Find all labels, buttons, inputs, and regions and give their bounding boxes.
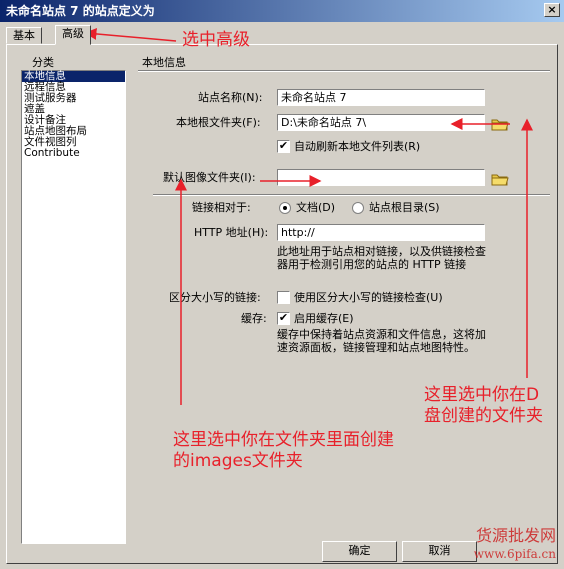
http-address-input[interactable]: http:// [277, 224, 485, 241]
case-sensitive-label: 区分大小写的链接: [169, 291, 261, 304]
tab-advanced[interactable]: 高级 [55, 25, 91, 45]
annotation-select-images: 这里选中你在文件夹里面创建的images文件夹 [173, 430, 394, 471]
folder-browse-icon[interactable] [491, 172, 509, 186]
annotation-select-d-drive: 这里选中你在D盘创建的文件夹 [424, 385, 543, 426]
radio-document-label: 文档(D) [296, 201, 336, 214]
site-name-label: 站点名称(N): [198, 91, 263, 104]
radio-site-root[interactable] [352, 202, 364, 214]
auto-refresh-label: 自动刷新本地文件列表(R) [294, 140, 421, 153]
ok-button[interactable]: 确定 [322, 541, 397, 562]
cache-label: 缓存: [241, 312, 267, 325]
watermark-line2: www.6pifa.cn [473, 547, 556, 561]
category-item-contribute[interactable]: Contribute [22, 148, 125, 159]
folder-browse-icon[interactable] [491, 117, 509, 131]
links-relative-label: 链接相对于: [192, 201, 251, 214]
tab-basic[interactable]: 基本 [6, 27, 42, 44]
category-list[interactable]: 本地信息 远程信息 测试服务器 遮盖 设计备注 站点地图布局 文件视图列 Con… [21, 70, 126, 544]
case-sensitive-checkbox[interactable] [277, 291, 290, 304]
default-images-label: 默认图像文件夹(I): [163, 171, 256, 184]
arrow-to-advanced-tab [84, 27, 177, 42]
cache-description: 缓存中保持着站点资源和文件信息，这将加速资源面板，链接管理和站点地图特性。 [277, 328, 486, 354]
annotation-select-advanced: 选中高级 [182, 30, 250, 50]
form-divider [153, 194, 550, 196]
local-root-label: 本地根文件夹(F): [176, 116, 261, 129]
radio-document[interactable] [279, 202, 291, 214]
window-title: 未命名站点 7 的站点定义为 [6, 4, 155, 18]
window-title-bar: 未命名站点 7 的站点定义为 × [0, 0, 564, 22]
section-title: 本地信息 [142, 56, 186, 69]
http-address-label: HTTP 地址(H): [194, 226, 269, 239]
category-heading: 分类 [32, 56, 54, 69]
auto-refresh-checkbox[interactable]: ✔ [277, 140, 290, 153]
case-sensitive-check-label: 使用区分大小写的链接检查(U) [294, 291, 443, 304]
site-name-input[interactable]: 未命名站点 7 [277, 89, 485, 106]
default-images-input[interactable] [277, 169, 485, 186]
cache-checkbox[interactable]: ✔ [277, 312, 290, 325]
watermark-line1: 货源批发网 [475, 526, 556, 545]
local-root-input[interactable]: D:\未命名站点 7\ [277, 114, 485, 131]
cancel-button[interactable]: 取消 [402, 541, 477, 562]
watermark: 货源批发网 www.6pifa.cn [474, 527, 556, 563]
http-description: 此地址用于站点相对链接，以及供链接检查器用于检测引用您的站点的 HTTP 链接 [277, 245, 486, 271]
radio-site-root-label: 站点根目录(S) [369, 201, 440, 214]
cache-check-label: 启用缓存(E) [294, 312, 354, 325]
section-divider [138, 70, 550, 72]
close-button[interactable]: × [544, 3, 560, 17]
